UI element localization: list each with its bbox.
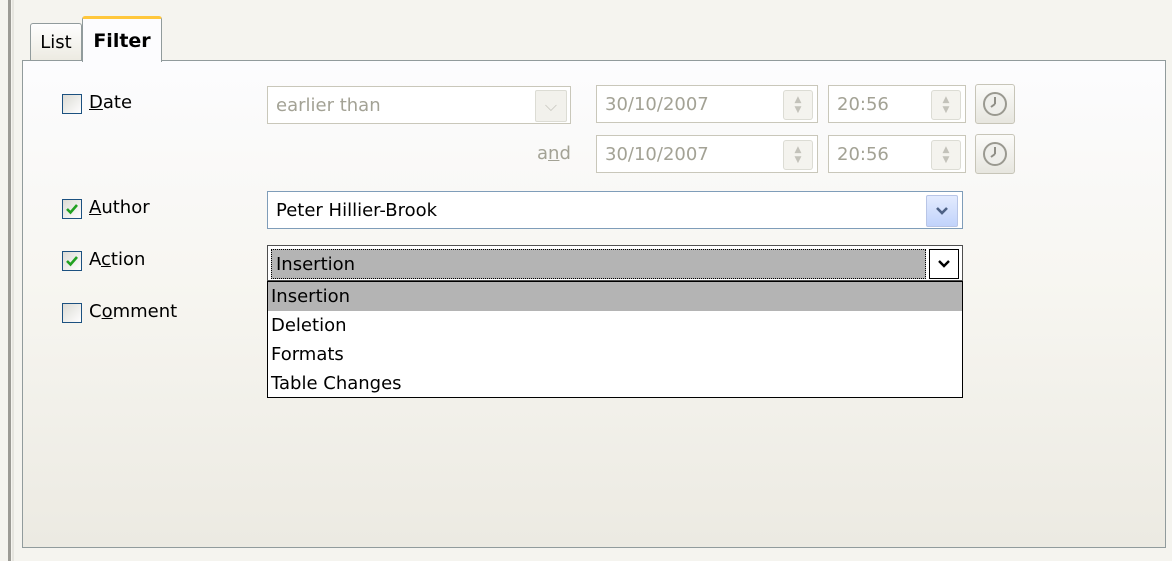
author-value: Peter Hillier-Brook bbox=[276, 199, 438, 221]
clock-icon bbox=[983, 92, 1007, 116]
tab-filter-label: Filter bbox=[93, 29, 151, 52]
tab-filter[interactable]: Filter bbox=[82, 16, 162, 62]
action-dropdown-list[interactable]: Insertion Deletion Formats Table Changes bbox=[267, 281, 963, 398]
end-time-field[interactable]: 20:56 ▲ ▼ bbox=[828, 135, 966, 173]
spin-arrows-icon[interactable]: ▲ ▼ bbox=[783, 140, 813, 170]
date-label: Date bbox=[89, 92, 133, 113]
window-edge bbox=[8, 0, 11, 561]
action-label: Action bbox=[89, 249, 146, 270]
list-item[interactable]: Insertion bbox=[268, 282, 962, 311]
start-time-value: 20:56 bbox=[837, 93, 889, 115]
check-icon bbox=[66, 256, 78, 267]
list-item[interactable]: Deletion bbox=[268, 311, 962, 340]
spin-arrows-icon[interactable]: ▲ ▼ bbox=[783, 90, 813, 120]
start-date-value: 30/10/2007 bbox=[605, 93, 709, 115]
window-edge-highlight bbox=[12, 0, 14, 561]
author-select[interactable]: Peter Hillier-Brook bbox=[267, 191, 963, 229]
tab-list[interactable]: List bbox=[30, 23, 82, 61]
chevron-down-icon[interactable] bbox=[929, 249, 959, 279]
date-checkbox[interactable] bbox=[62, 94, 82, 114]
comment-label: Comment bbox=[89, 301, 178, 322]
chevron-down-icon[interactable]: ⌵ bbox=[535, 90, 567, 122]
author-checkbox[interactable] bbox=[62, 199, 82, 219]
clock-icon bbox=[983, 142, 1007, 166]
end-time-clock-button[interactable] bbox=[975, 134, 1015, 174]
and-label: and bbox=[537, 143, 571, 164]
start-date-field[interactable]: 30/10/2007 ▲ ▼ bbox=[596, 85, 818, 123]
action-value: Insertion bbox=[271, 249, 926, 279]
author-label: Author bbox=[89, 197, 150, 218]
list-item[interactable]: Table Changes bbox=[268, 369, 962, 398]
start-time-field[interactable]: 20:56 ▲ ▼ bbox=[828, 85, 966, 123]
start-time-clock-button[interactable] bbox=[975, 84, 1015, 124]
spin-arrows-icon[interactable]: ▲ ▼ bbox=[931, 90, 961, 120]
end-time-value: 20:56 bbox=[837, 143, 889, 165]
action-select[interactable]: Insertion bbox=[267, 245, 963, 281]
action-checkbox[interactable] bbox=[62, 251, 82, 271]
end-date-field[interactable]: 30/10/2007 ▲ ▼ bbox=[596, 135, 818, 173]
check-icon bbox=[66, 204, 78, 215]
tab-list-label: List bbox=[40, 32, 72, 53]
chevron-down-icon[interactable] bbox=[926, 195, 958, 227]
comment-checkbox[interactable] bbox=[62, 303, 82, 323]
spin-arrows-icon[interactable]: ▲ ▼ bbox=[931, 140, 961, 170]
date-condition-value: earlier than bbox=[276, 94, 381, 116]
end-date-value: 30/10/2007 bbox=[605, 143, 709, 165]
date-condition-select[interactable]: earlier than ⌵ bbox=[267, 86, 571, 124]
list-item[interactable]: Formats bbox=[268, 340, 962, 369]
